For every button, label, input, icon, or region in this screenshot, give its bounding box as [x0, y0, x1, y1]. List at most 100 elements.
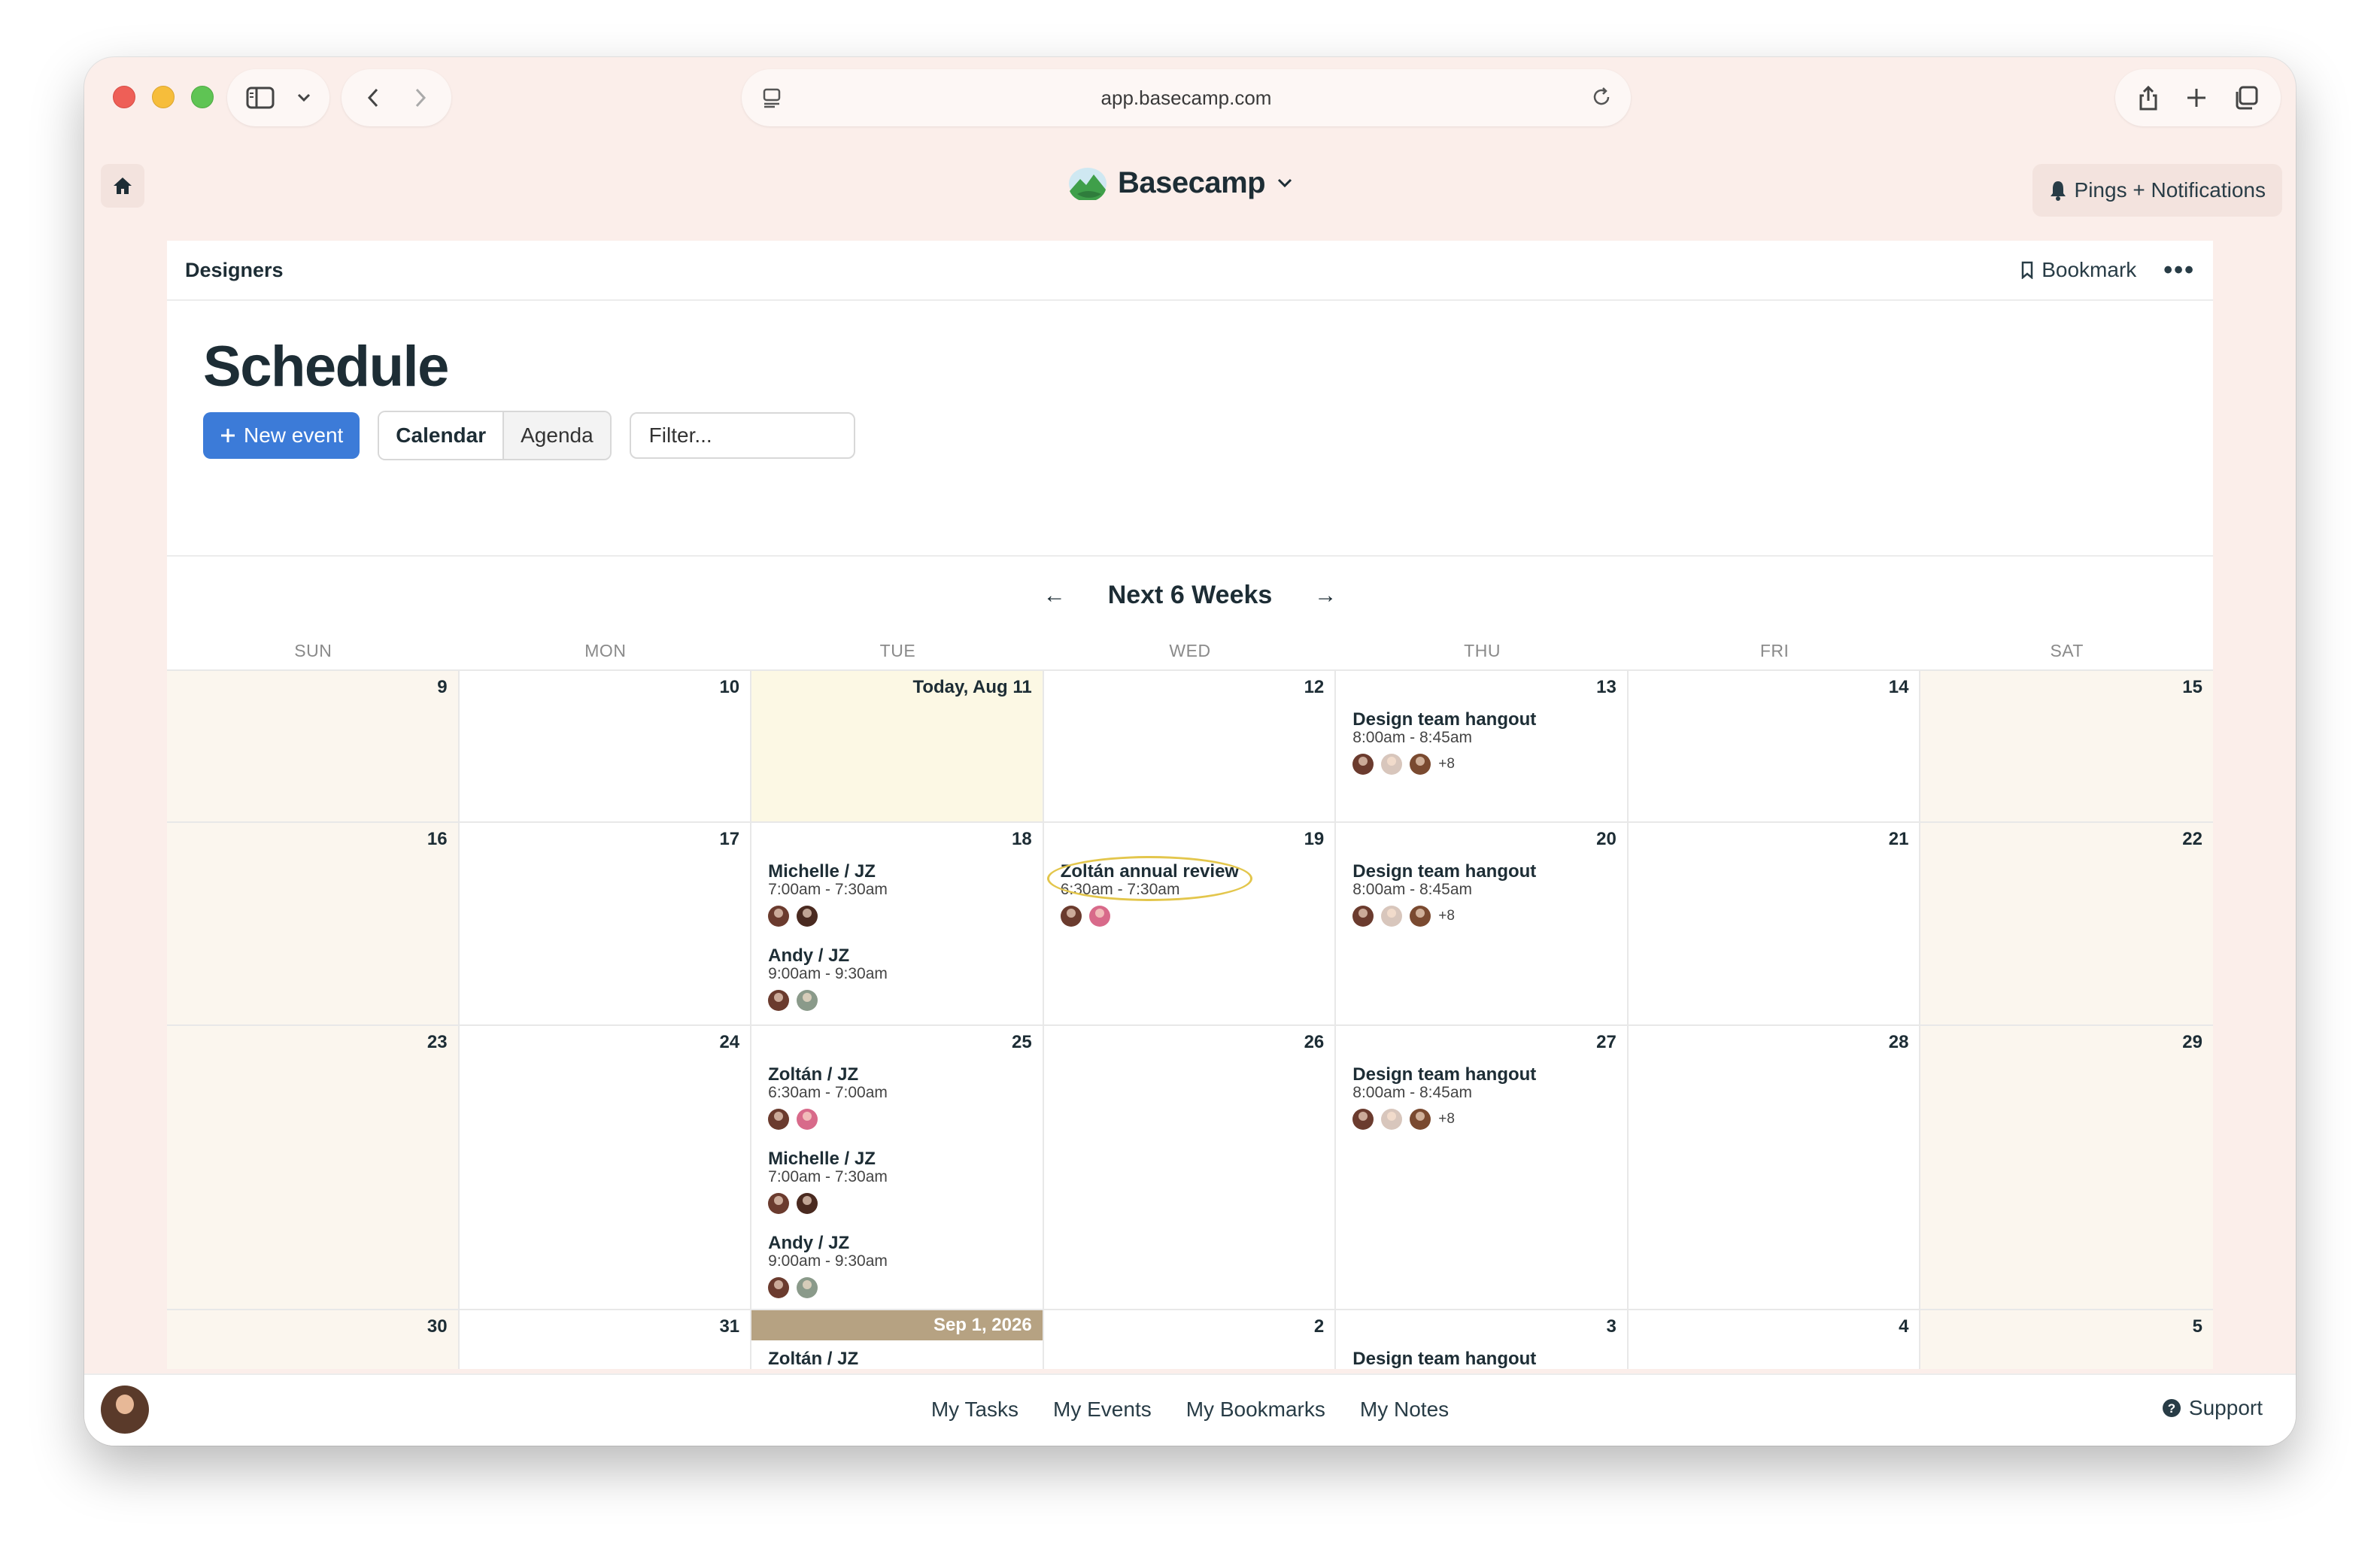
attendee-avatar[interactable] [797, 1109, 818, 1130]
calendar-event[interactable]: Andy / JZ 9:00am - 9:30am [768, 946, 1035, 1011]
calendar-day-cell[interactable]: 10 [460, 671, 752, 821]
attendee-avatar[interactable] [1410, 754, 1431, 775]
attendee-avatar[interactable] [1381, 1109, 1403, 1130]
calendar-day-cell[interactable]: 28 [1629, 1026, 1921, 1309]
pings-notifications-button[interactable]: Pings + Notifications [2032, 164, 2282, 217]
close-window-button[interactable] [113, 86, 135, 108]
calendar-day-cell[interactable]: Sep 1, 2026 Zoltán / JZ6:30am - 7:00am [751, 1310, 1044, 1369]
calendar-grid: SUN MON TUE WED THU FRI SAT 9 10 Today, Aug 11 12… [167, 641, 2213, 1369]
tab-calendar[interactable]: Calendar [379, 412, 505, 459]
calendar-event[interactable]: Design team hangout8:00am - 8:45am+8 [1352, 862, 1620, 927]
attendee-avatar[interactable] [1352, 754, 1374, 775]
footer-link-my-events[interactable]: My Events [1053, 1398, 1152, 1422]
next-range-arrow-icon[interactable]: → [1314, 583, 1337, 609]
calendar-day-cell[interactable]: 19 Zoltán annual review 6:30am - 7:30am [1044, 823, 1337, 1024]
calendar-day-cell[interactable]: 25 Zoltán / JZ 6:30am - 7:00am Michelle / J… [751, 1026, 1044, 1309]
calendar-day-cell[interactable]: 24 [460, 1026, 752, 1309]
attendee-avatar[interactable] [797, 906, 818, 927]
attendee-avatar[interactable] [797, 1277, 818, 1298]
calendar-event[interactable]: Zoltán / JZ6:30am - 7:00am [768, 1349, 1035, 1370]
calendar-day-cell[interactable]: 9 [167, 671, 460, 821]
calendar-event[interactable]: Design team hangout8:00am - 8:45am+8 [1352, 710, 1620, 775]
support-button[interactable]: ? Support [2162, 1396, 2263, 1420]
attendee-avatar[interactable] [1060, 906, 1082, 927]
new-event-button[interactable]: New event [203, 412, 360, 459]
calendar-event[interactable]: Michelle / JZ 7:00am - 7:30am [768, 862, 1035, 927]
attendee-avatar[interactable] [768, 1277, 790, 1298]
sidebar-icon[interactable] [246, 86, 275, 109]
calendar-day-cell[interactable]: 26 [1044, 1026, 1337, 1309]
calendar-day-cell[interactable]: 13 Design team hangout 8:00am - 8:45am +8 [1336, 671, 1629, 821]
home-button[interactable] [101, 164, 144, 208]
event-title: Design team hangout [1352, 862, 1536, 882]
calendar-day-cell[interactable]: 30 [167, 1310, 460, 1369]
share-icon[interactable] [2137, 84, 2160, 111]
calendar-day-cell[interactable]: 12 [1044, 671, 1337, 821]
event-title-text: Design team hangout [1352, 861, 1537, 882]
attendee-avatar[interactable] [1352, 906, 1374, 927]
attendee-avatar[interactable] [1410, 906, 1431, 927]
calendar-day-cell[interactable]: 22 [1920, 823, 2213, 1024]
calendar-day-cell[interactable]: 21 [1629, 823, 1921, 1024]
tab-overview-icon[interactable] [2233, 85, 2259, 111]
day-number: 24 [719, 1032, 740, 1052]
more-attendees-count[interactable]: +8 [1438, 908, 1455, 924]
more-options-icon[interactable]: ••• [2163, 256, 2195, 285]
calendar-day-cell[interactable]: 29 [1920, 1026, 2213, 1309]
footer-link-my-notes[interactable]: My Notes [1360, 1398, 1449, 1422]
footer-link-my-tasks[interactable]: My Tasks [931, 1398, 1018, 1422]
calendar-event[interactable]: Design team hangout8:00am - 8:45am+8 [1352, 1349, 1620, 1370]
calendar-week-row: 16 17 18 Michelle / JZ 7:00am - 7:30am Andy /… [167, 823, 2213, 1026]
calendar-day-cell[interactable]: Today, Aug 11 [751, 671, 1044, 821]
attendee-avatar[interactable] [797, 1193, 818, 1214]
calendar-day-cell[interactable]: 16 [167, 823, 460, 1024]
calendar-day-cell[interactable]: 14 [1629, 671, 1921, 821]
attendee-avatar[interactable] [1381, 754, 1403, 775]
calendar-event[interactable]: Design team hangout8:00am - 8:45am+8 [1352, 1065, 1620, 1130]
attendee-avatar[interactable] [1381, 906, 1403, 927]
back-arrow-icon[interactable] [366, 86, 381, 109]
tab-agenda[interactable]: Agenda [504, 412, 610, 459]
calendar-day-cell[interactable]: 31 [460, 1310, 752, 1369]
calendar-event[interactable]: Andy / JZ 9:00am - 9:30am [768, 1234, 1035, 1298]
address-bar[interactable]: app.basecamp.com [742, 69, 1631, 126]
attendee-avatar[interactable] [768, 1109, 790, 1130]
day-number: 18 [1012, 829, 1032, 849]
calendar-day-cell[interactable]: 3 Design team hangout8:00am - 8:45am+8 [1336, 1310, 1629, 1369]
calendar-day-cell[interactable]: 23 [167, 1026, 460, 1309]
chevron-down-icon[interactable] [296, 93, 311, 103]
reload-icon[interactable] [1590, 86, 1613, 108]
calendar-day-cell[interactable]: 5 [1920, 1310, 2213, 1369]
attendee-avatar[interactable] [1352, 1109, 1374, 1130]
attendee-avatar[interactable] [768, 906, 790, 927]
footer-link-my-bookmarks[interactable]: My Bookmarks [1186, 1398, 1325, 1422]
calendar-event[interactable]: Zoltán annual review 6:30am - 7:30am [1046, 856, 1328, 927]
calendar-day-cell[interactable]: 20 Design team hangout 8:00am - 8:45am +8 [1336, 823, 1629, 1024]
project-breadcrumb[interactable]: Designers [185, 259, 284, 282]
bookmark-button[interactable]: Bookmark [2020, 258, 2136, 282]
calendar-day-cell[interactable]: 15 [1920, 671, 2213, 821]
maximize-window-button[interactable] [191, 86, 214, 108]
basecamp-logo-icon [1068, 165, 1107, 200]
page-settings-icon[interactable] [761, 87, 782, 108]
attendee-avatar[interactable] [1410, 1109, 1431, 1130]
attendee-avatar[interactable] [1088, 906, 1110, 927]
calendar-event[interactable]: Zoltán / JZ6:30am - 7:00am [768, 1065, 1035, 1130]
minimize-window-button[interactable] [152, 86, 175, 108]
calendar-day-cell[interactable]: 2 [1044, 1310, 1337, 1369]
attendee-avatar[interactable] [797, 990, 818, 1011]
calendar-day-cell[interactable]: 27 Design team hangout 8:00am - 8:45am +8 [1336, 1026, 1629, 1309]
more-attendees-count[interactable]: +8 [1438, 756, 1455, 772]
attendee-avatar[interactable] [768, 1193, 790, 1214]
account-switcher[interactable]: Basecamp [1068, 165, 1294, 200]
calendar-day-cell[interactable]: 18 Michelle / JZ 7:00am - 7:30am Andy / JZ 9… [751, 823, 1044, 1024]
filter-input[interactable] [629, 412, 855, 459]
calendar-day-cell[interactable]: 17 [460, 823, 752, 1024]
attendee-avatar[interactable] [768, 990, 790, 1011]
calendar-event[interactable]: Michelle / JZ 7:00am - 7:30am [768, 1149, 1035, 1214]
calendar-day-cell[interactable]: 4 [1629, 1310, 1921, 1369]
forward-arrow-icon[interactable] [413, 86, 428, 109]
new-tab-icon[interactable] [2185, 86, 2208, 109]
previous-range-arrow-icon[interactable]: ← [1043, 583, 1066, 609]
more-attendees-count[interactable]: +8 [1438, 1111, 1455, 1128]
